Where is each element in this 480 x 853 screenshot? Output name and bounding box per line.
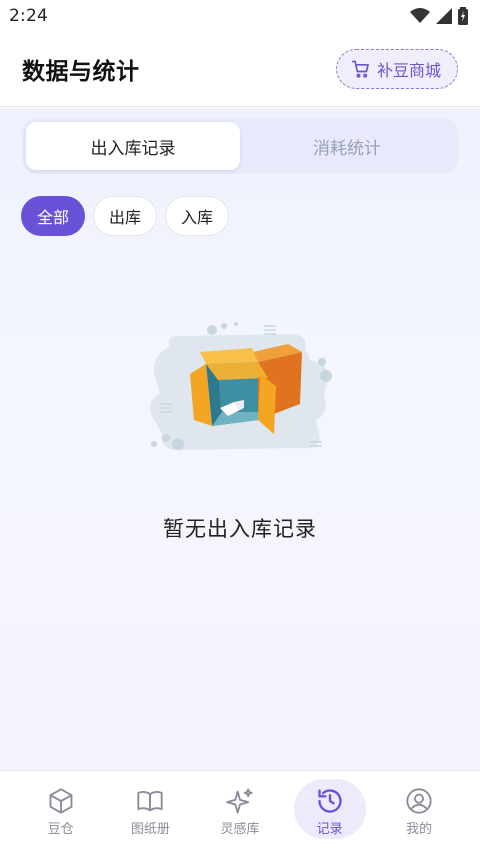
filter-label: 全部: [37, 208, 70, 227]
main-content: 出入库记录 消耗统计 全部 出库 入库 暂无出入库记录: [0, 108, 480, 770]
bottom-nav: 豆仓 图纸册 灵感库 记录 我的: [0, 770, 480, 853]
nav-label: 我的: [406, 822, 433, 837]
filter-chips: 全部 出库 入库: [21, 196, 230, 236]
shop-button[interactable]: 补豆商城: [335, 49, 458, 89]
tab-consumption-stats[interactable]: 消耗统计: [240, 122, 454, 170]
nav-item-inspiration[interactable]: 灵感库: [204, 771, 276, 853]
filter-out[interactable]: 出库: [93, 196, 158, 236]
filter-label: 出库: [109, 208, 142, 227]
nav-label: 灵感库: [220, 822, 260, 837]
nav-label: 豆仓: [47, 822, 74, 837]
header: 数据与统计 补豆商城: [0, 32, 480, 107]
tab-label: 消耗统计: [313, 138, 381, 159]
filter-in[interactable]: 入库: [165, 196, 230, 236]
shop-button-label: 补豆商城: [376, 61, 441, 80]
cart-icon: [351, 60, 369, 78]
wifi-icon: [410, 8, 430, 23]
battery-icon: [458, 7, 468, 25]
nav-item-profile[interactable]: 我的: [383, 771, 455, 853]
nav-label: 记录: [316, 822, 343, 837]
cube-icon: [49, 788, 73, 814]
status-bar: 2:24: [0, 0, 480, 32]
signal-icon: [436, 8, 452, 24]
status-icons: [410, 7, 468, 25]
filter-label: 入库: [181, 208, 214, 227]
nav-item-records[interactable]: 记录: [293, 771, 366, 853]
segment-control: 出入库记录 消耗统计: [22, 118, 458, 174]
empty-state-message: 暂无出入库记录: [163, 517, 317, 541]
nav-item-patterns[interactable]: 图纸册: [114, 771, 186, 853]
history-icon: [317, 789, 342, 813]
filter-all[interactable]: 全部: [21, 196, 86, 236]
sparkle-icon: [226, 788, 253, 814]
page-title: 数据与统计: [22, 59, 140, 85]
tab-inout-records[interactable]: 出入库记录: [26, 122, 240, 170]
nav-label: 图纸册: [130, 822, 170, 837]
tab-label: 出入库记录: [90, 138, 176, 159]
book-icon: [137, 790, 163, 812]
nav-item-douchang[interactable]: 豆仓: [25, 771, 97, 853]
status-time: 2:24: [9, 6, 48, 26]
empty-box-illustration: [150, 322, 332, 450]
user-icon: [406, 788, 432, 814]
